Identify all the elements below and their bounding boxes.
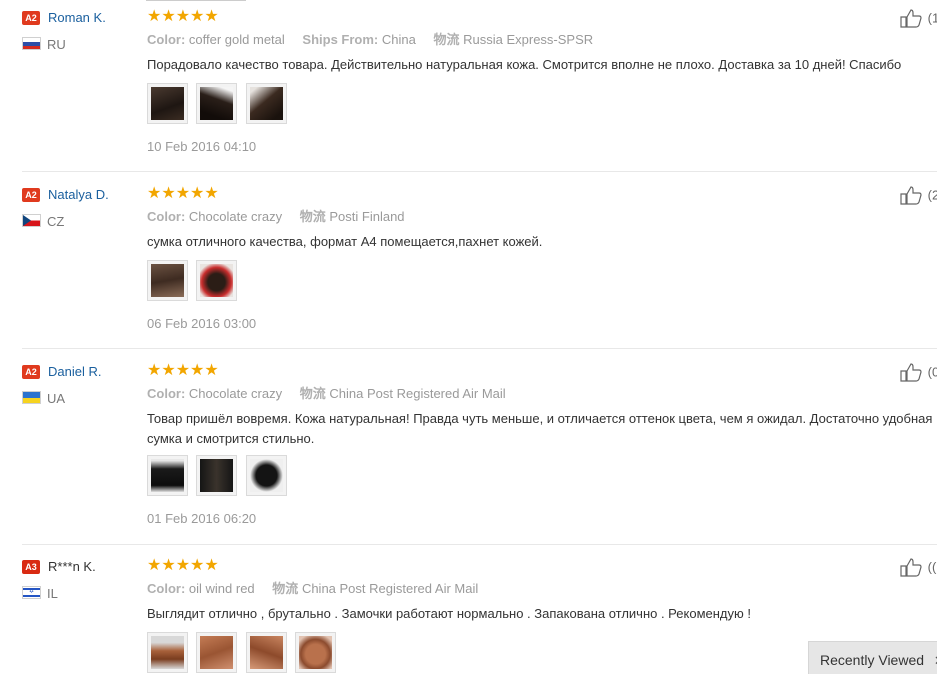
- review-photo-thumb[interactable]: [196, 455, 238, 496]
- review-item: A2 Roman K. RU ★★★★★ Color: coffer gold …: [0, 0, 937, 172]
- review-photo-thumb[interactable]: [147, 83, 188, 124]
- review-item: A3 R***n K. ✡ IL ★★★★★ Color: oil wind r…: [0, 549, 937, 674]
- review-photo-thumb[interactable]: [196, 83, 238, 124]
- helpful-count: (0: [927, 364, 937, 380]
- attr-logistics-value: Russia Express-SPSR: [463, 32, 594, 47]
- review-text: Порадовало качество товара. Действительн…: [147, 57, 902, 72]
- attr-color-value: coffer gold metal: [188, 32, 285, 47]
- buyer-country: UA: [47, 391, 66, 406]
- review-date: 06 Feb 2016 03:00: [147, 316, 257, 331]
- attr-logistics-value: China Post Registered Air Mail: [329, 386, 506, 401]
- review-item: A2 Natalya D. CZ ★★★★★ Color: Chocolate …: [0, 177, 937, 349]
- review-photos: [147, 632, 340, 675]
- attr-ships-label: Ships From:: [302, 32, 379, 47]
- review-photo-thumb[interactable]: [245, 455, 287, 496]
- thumbs-up-icon: [900, 9, 922, 28]
- recently-viewed-label: Recently Viewed: [820, 652, 925, 668]
- attr-logistics-value: China Post Registered Air Mail: [301, 581, 479, 596]
- attr-logistics-label: 物流: [272, 581, 299, 596]
- attr-color-value: Chocolate crazy: [188, 386, 283, 401]
- review-item: A2 Daniel R. UA ★★★★★ Color: Chocolate c…: [0, 354, 937, 545]
- star-rating: ★★★★★: [147, 8, 219, 25]
- review-photos: [147, 455, 291, 498]
- attr-color-value: oil wind red: [188, 581, 255, 596]
- buyer-name: R***n K.: [48, 559, 96, 574]
- review-photo-thumb[interactable]: [147, 260, 188, 301]
- helpful-button[interactable]: (2: [900, 185, 937, 205]
- flag-ua-icon: [22, 391, 41, 404]
- review-text: Выглядит отлично , брутально . Замочки р…: [147, 606, 751, 621]
- review-text: сумка отличного качества, формат А4 поме…: [147, 234, 543, 249]
- helpful-count: ((: [927, 559, 937, 575]
- buyer-name[interactable]: Natalya D.: [48, 187, 109, 203]
- order-attributes: Color: Chocolate crazy 物流 China Post Reg…: [147, 386, 506, 402]
- helpful-button[interactable]: (0: [900, 362, 937, 382]
- helpful-button[interactable]: (1: [900, 8, 937, 28]
- flag-cz-icon: [22, 214, 41, 227]
- star-rating: ★★★★★: [147, 185, 219, 202]
- review-photo-thumb[interactable]: [196, 632, 238, 673]
- star-rating: ★★★★★: [147, 362, 219, 379]
- review-photo-thumb[interactable]: [147, 455, 188, 496]
- attr-color-label: Color:: [147, 209, 186, 224]
- thumbs-up-icon: [900, 186, 922, 205]
- buyer-level-badge: A2: [22, 365, 40, 379]
- thumbs-up-icon: [900, 558, 922, 577]
- recently-viewed-panel[interactable]: Recently Viewed ✕: [808, 641, 937, 674]
- buyer-level-badge: A3: [22, 560, 40, 574]
- buyer-level-badge: A2: [22, 11, 40, 25]
- attr-logistics-label: 物流: [299, 209, 326, 224]
- review-photo-thumb[interactable]: [147, 632, 188, 673]
- star-rating: ★★★★★: [147, 557, 219, 574]
- buyer-name[interactable]: Roman K.: [48, 10, 106, 26]
- attr-color-label: Color:: [147, 32, 186, 47]
- order-attributes: Color: oil wind red 物流 China Post Regist…: [147, 581, 478, 597]
- helpful-count: (2: [927, 187, 937, 203]
- buyer-country: CZ: [47, 214, 65, 229]
- review-date: 01 Feb 2016 06:20: [147, 511, 257, 526]
- helpful-count: (1: [927, 10, 937, 26]
- attr-color-label: Color:: [147, 386, 186, 401]
- buyer-country: RU: [47, 37, 66, 52]
- helpful-button[interactable]: ((: [900, 557, 936, 577]
- review-photo-thumb[interactable]: [245, 632, 287, 673]
- attr-ships-value: China: [381, 32, 416, 47]
- attr-logistics-label: 物流: [433, 32, 460, 47]
- thumbs-up-icon: [900, 363, 922, 382]
- buyer-name[interactable]: Daniel R.: [48, 364, 101, 380]
- buyer-level-badge: A2: [22, 188, 40, 202]
- review-photo-thumb[interactable]: [245, 83, 287, 124]
- review-photo-thumb[interactable]: [295, 632, 337, 673]
- review-text: Товар пришёл вовремя. Кожа натуральная! …: [147, 411, 933, 446]
- review-photos: [147, 83, 291, 126]
- flag-ru-icon: [22, 37, 41, 50]
- buyer-country: IL: [47, 586, 58, 601]
- order-attributes: Color: coffer gold metal Ships From: Chi…: [147, 32, 593, 48]
- attr-color-label: Color:: [147, 581, 186, 596]
- attr-logistics-label: 物流: [299, 386, 326, 401]
- review-photos: [147, 260, 241, 303]
- attr-logistics-value: Posti Finland: [329, 209, 405, 224]
- attr-color-value: Chocolate crazy: [188, 209, 283, 224]
- review-photo-thumb[interactable]: [196, 260, 238, 301]
- flag-il-icon: ✡: [22, 586, 41, 599]
- order-attributes: Color: Chocolate crazy 物流 Posti Finland: [147, 209, 405, 225]
- review-date: 10 Feb 2016 04:10: [147, 139, 257, 154]
